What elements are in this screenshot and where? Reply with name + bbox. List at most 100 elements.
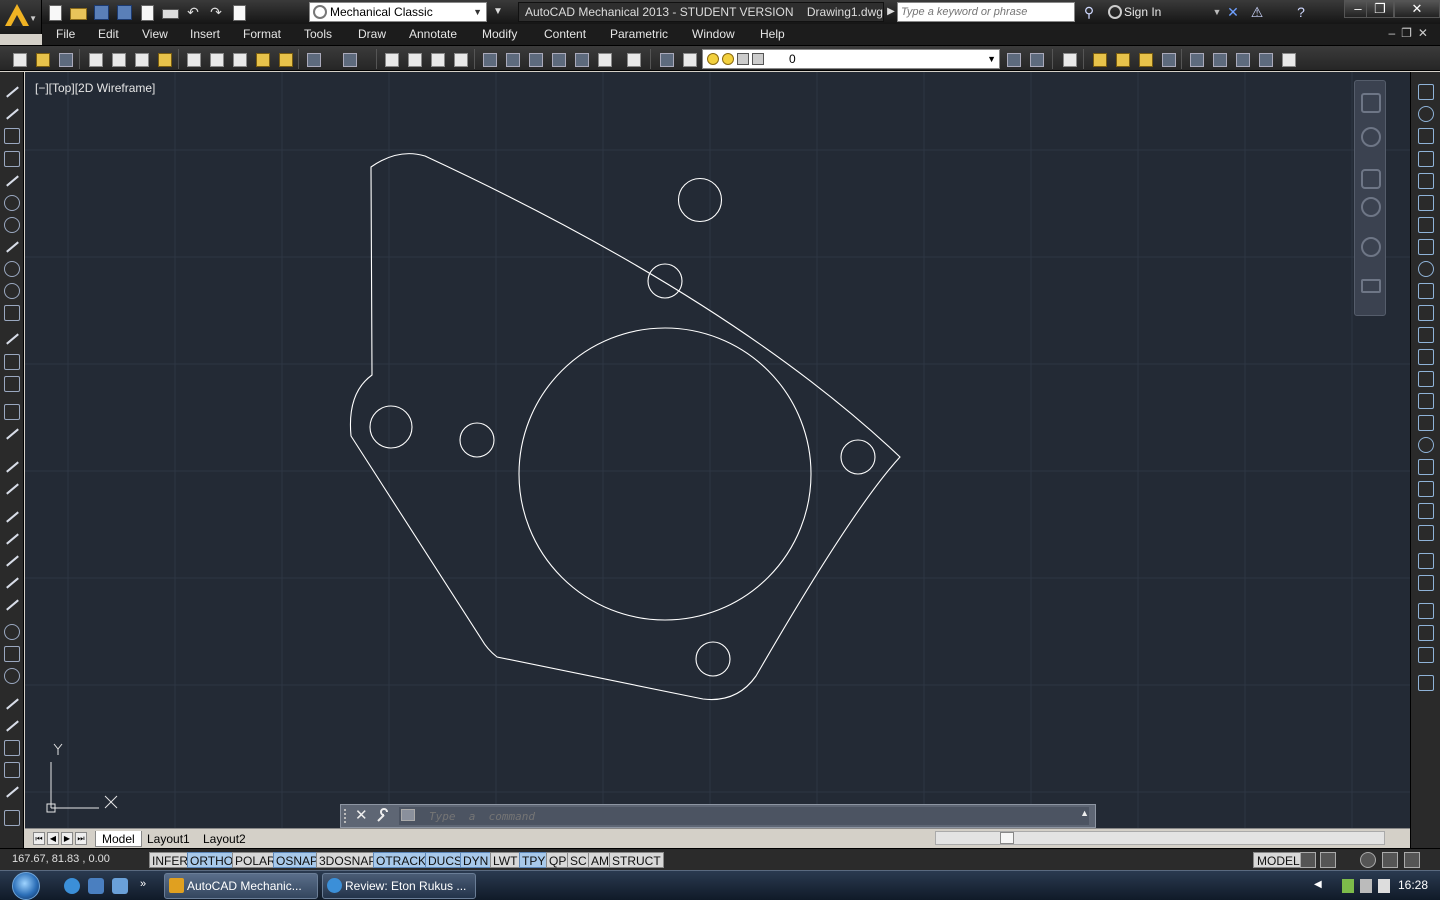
main-bore-hole[interactable]: [518, 327, 812, 621]
viewcube-icon[interactable]: [1361, 93, 1381, 113]
coordinate-readout[interactable]: 167.67, 81.83 , 0.00: [12, 853, 110, 865]
command-history-icon[interactable]: [401, 809, 415, 821]
cut-icon[interactable]: [184, 50, 202, 68]
document-window-controls[interactable]: –❐✕: [1389, 26, 1435, 40]
lock-toolbar-icon[interactable]: [1382, 852, 1398, 868]
search-input[interactable]: [898, 3, 1074, 21]
3d-print-icon[interactable]: [155, 50, 173, 68]
switch-windows-icon[interactable]: [112, 878, 128, 894]
move-icon[interactable]: [1418, 195, 1434, 211]
steering-wheel-icon[interactable]: [1361, 127, 1381, 147]
hole-left-inner[interactable]: [459, 422, 495, 458]
showmotion-icon[interactable]: [1361, 279, 1381, 293]
show-desktop-icon[interactable]: [88, 878, 104, 894]
zoom-realtime-icon[interactable]: [405, 50, 423, 68]
toggle-infer[interactable]: INFER: [149, 852, 191, 868]
application-menu-button[interactable]: ▼: [0, 0, 42, 34]
previous-tab-icon[interactable]: ◀: [47, 832, 59, 845]
scroll-thumb[interactable]: [1000, 832, 1014, 844]
lengthen-icon[interactable]: [1418, 481, 1434, 497]
volume-icon[interactable]: [1378, 879, 1390, 893]
layer-manager-icon[interactable]: [1060, 50, 1078, 68]
block-editor-icon[interactable]: [276, 50, 294, 68]
toggle-dyn[interactable]: DYN: [460, 852, 492, 868]
mounting-hole-bottom[interactable]: [695, 641, 731, 677]
scale-icon[interactable]: [1418, 239, 1434, 255]
menu-draw[interactable]: Draw: [358, 27, 386, 42]
menu-view[interactable]: View: [142, 27, 168, 42]
undo-icon[interactable]: ↶: [184, 4, 202, 20]
tool-i-icon[interactable]: [1279, 50, 1297, 68]
menu-annotate[interactable]: Annotate: [409, 27, 457, 42]
command-input[interactable]: [429, 807, 1049, 825]
layer-thaw-icon[interactable]: [722, 53, 734, 65]
menu-modify[interactable]: Modify: [482, 27, 517, 42]
tool-g-icon[interactable]: [1233, 50, 1251, 68]
draw-order-icon[interactable]: [1418, 675, 1434, 691]
pan-hand-icon[interactable]: [1361, 169, 1381, 189]
properties-icon[interactable]: [480, 50, 498, 68]
snap-tangent-icon[interactable]: [4, 668, 20, 684]
menu-content[interactable]: Content: [544, 27, 586, 42]
start-button[interactable]: [6, 871, 48, 900]
quickcalc-icon[interactable]: [595, 50, 613, 68]
snap-intersection-icon[interactable]: [4, 553, 20, 569]
pan-icon[interactable]: [382, 50, 400, 68]
tool-palettes-icon[interactable]: [526, 50, 544, 68]
layer-color-icon[interactable]: [752, 53, 764, 65]
hatch-icon[interactable]: [4, 354, 20, 370]
orbit-icon[interactable]: [1361, 237, 1381, 257]
battery-icon[interactable]: [1342, 879, 1354, 893]
first-tab-icon[interactable]: ⏮: [33, 832, 45, 845]
tool-c-icon[interactable]: [1136, 50, 1154, 68]
publish-icon[interactable]: [132, 50, 150, 68]
dimension-aligned-icon[interactable]: [4, 481, 20, 497]
multiline-text-icon[interactable]: [4, 426, 20, 442]
task-autocad[interactable]: AutoCAD Mechanic...: [164, 873, 318, 899]
network-icon[interactable]: [1360, 879, 1372, 893]
mounting-hole-right[interactable]: [840, 439, 876, 475]
save-icon[interactable]: [56, 50, 74, 68]
new-icon[interactable]: [10, 50, 28, 68]
workspace-dropdown[interactable]: Mechanical Classic ▼: [309, 2, 487, 22]
revision-cloud-icon[interactable]: [4, 217, 20, 233]
centerline-icon[interactable]: [4, 331, 20, 347]
print-icon[interactable]: [161, 4, 179, 20]
more-quick-launch-icon[interactable]: »: [140, 878, 156, 894]
toggle-struct[interactable]: STRUCT: [609, 852, 664, 868]
new-file-icon[interactable]: [46, 4, 64, 21]
layer-properties-icon[interactable]: [657, 50, 675, 68]
snap-center-icon[interactable]: [4, 624, 20, 640]
rotate-icon[interactable]: [1418, 217, 1434, 233]
insert-block-icon[interactable]: [4, 305, 20, 321]
circle-icon[interactable]: [4, 195, 20, 211]
table-icon[interactable]: [4, 404, 20, 420]
workspace-menu-icon[interactable]: ▼: [489, 3, 507, 21]
plate-outline[interactable]: [349, 153, 901, 701]
edit-attribute-icon[interactable]: [1418, 647, 1434, 663]
workspace-switch-icon[interactable]: [230, 4, 248, 21]
wrench-icon[interactable]: [375, 808, 391, 824]
menu-edit[interactable]: Edit: [98, 27, 119, 42]
polygon-icon[interactable]: [4, 128, 20, 144]
restore-button[interactable]: ❐: [1366, 0, 1394, 18]
tab-model[interactable]: Model: [95, 831, 142, 847]
drawing-area[interactable]: [−][Top][2D Wireframe] ▲ ▼: [25, 72, 1410, 828]
object-snap-settings-icon[interactable]: [4, 810, 20, 826]
align-icon[interactable]: [1418, 553, 1434, 569]
layer-on-icon[interactable]: [707, 53, 719, 65]
toggle-osnap[interactable]: OSNAP: [273, 852, 322, 868]
clean-screen-icon[interactable]: [1404, 852, 1420, 868]
redo-icon[interactable]: ↷: [207, 4, 225, 20]
spline-icon[interactable]: [4, 239, 20, 255]
binoculars-icon[interactable]: ⚲: [1080, 3, 1098, 21]
save-as-icon[interactable]: [115, 4, 133, 20]
toggle-sc[interactable]: SC: [567, 852, 590, 868]
stretch-icon[interactable]: [1418, 261, 1434, 277]
ellipse-icon[interactable]: [4, 261, 20, 277]
menu-format[interactable]: Format: [243, 27, 281, 42]
open-icon[interactable]: [33, 50, 51, 68]
menu-window[interactable]: Window: [692, 27, 735, 42]
arc-icon[interactable]: [4, 173, 20, 189]
line-icon[interactable]: [4, 84, 20, 100]
